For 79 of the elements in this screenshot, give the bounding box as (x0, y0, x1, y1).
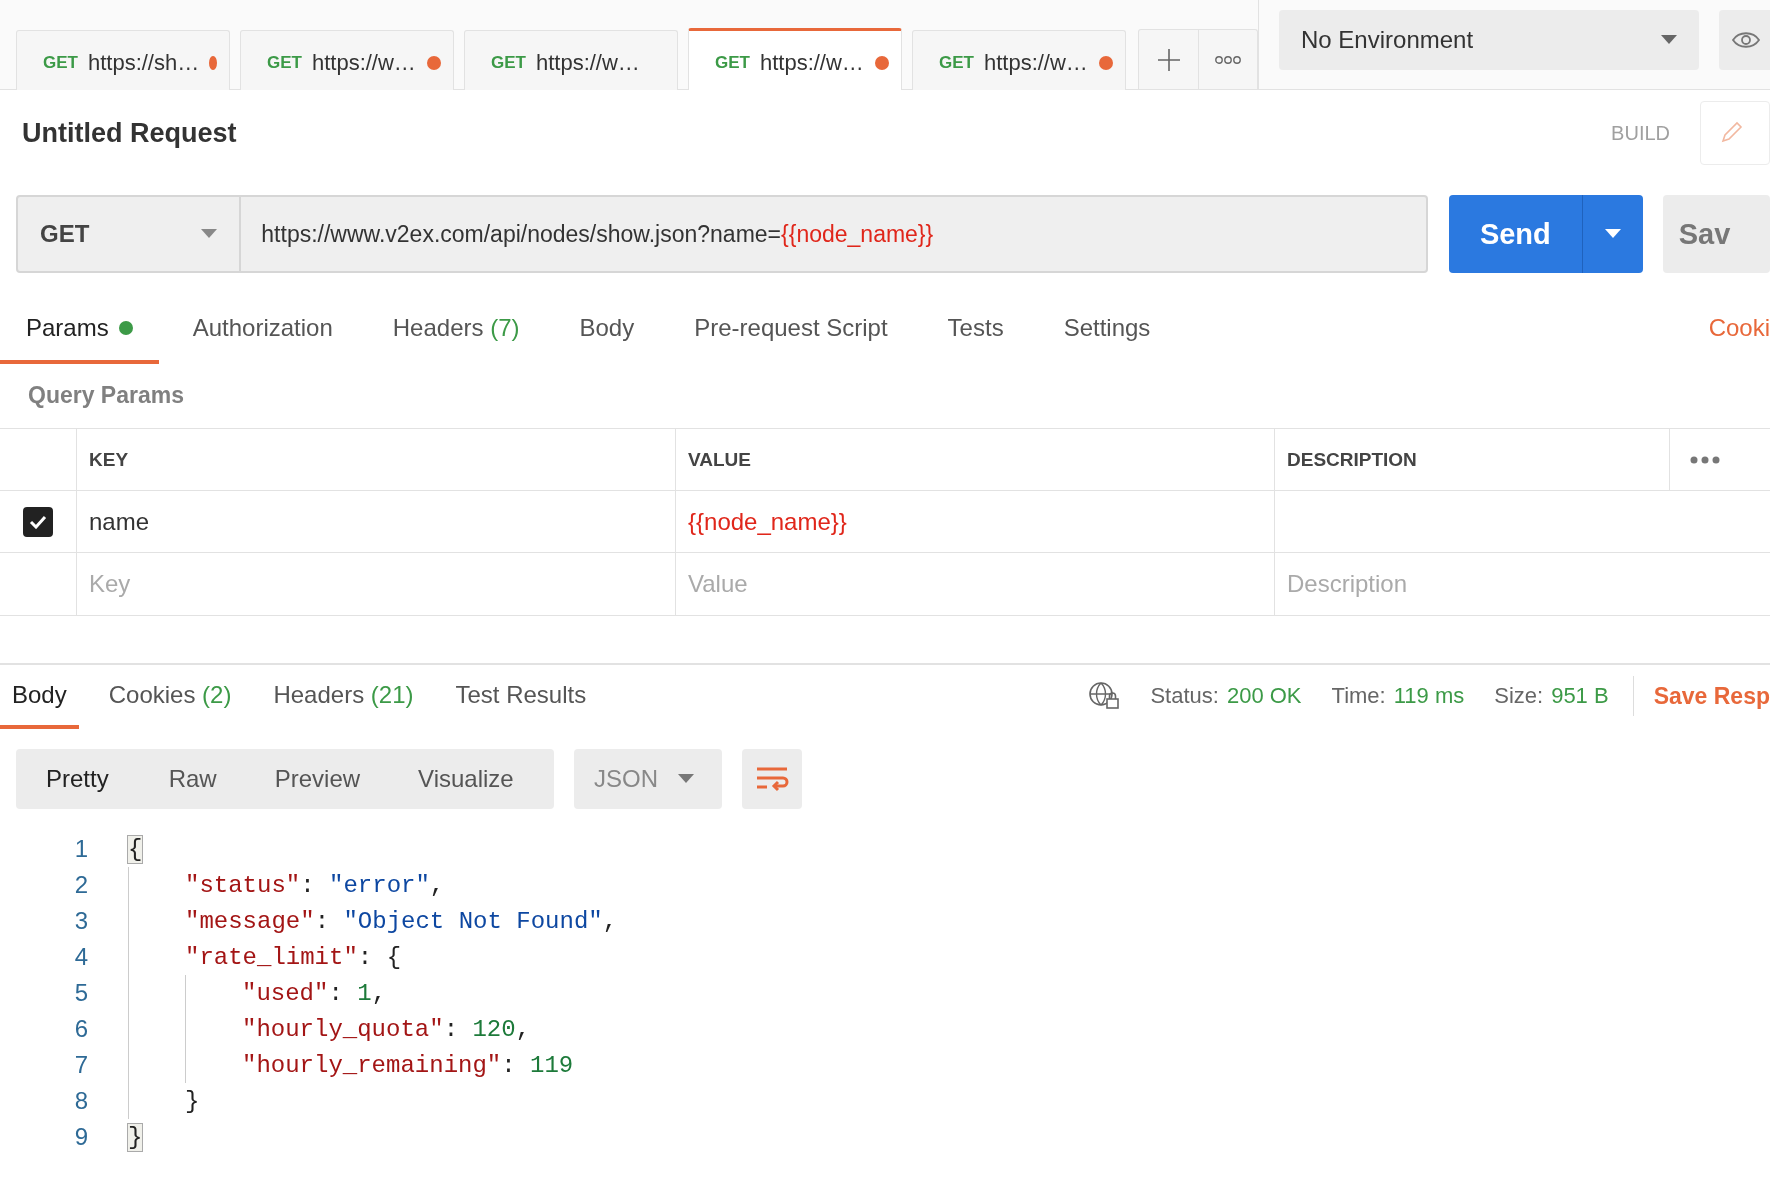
line-number: 9 (73, 1123, 88, 1151)
globe-lock-icon[interactable] (1088, 681, 1121, 711)
wrap-lines-button[interactable] (742, 749, 802, 809)
table-cell: {{node_name}} (688, 507, 847, 536)
save-button[interactable]: Sav (1662, 195, 1770, 273)
request-section-tab[interactable]: Params (0, 296, 159, 364)
method-dropdown[interactable]: GET (16, 195, 242, 273)
code-line: } (185, 1087, 200, 1115)
view-option[interactable]: Raw (168, 765, 247, 793)
method-label: GET (715, 52, 750, 73)
method-label: GET (491, 52, 526, 73)
tab-url: https://w… (311, 49, 417, 76)
column-header: VALUE (688, 448, 751, 471)
stat-value: 119 ms (1393, 683, 1465, 709)
caret-icon (1604, 229, 1621, 239)
stat-label: Size: (1494, 683, 1544, 709)
line-number: 4 (73, 943, 88, 971)
request-section-tab[interactable]: Tests (921, 296, 1030, 364)
request-section-tab[interactable]: Body (553, 296, 661, 364)
stat-value: 951 B (1551, 683, 1609, 709)
response-tab[interactable]: Headers (21) (261, 665, 426, 729)
tab-url: https://w… (759, 49, 865, 76)
eye-icon (1731, 30, 1761, 50)
response-tab[interactable]: Test Results (443, 665, 599, 729)
request-section-tab[interactable]: Settings (1037, 296, 1177, 364)
stat-label: Status: (1150, 683, 1219, 709)
request-tab[interactable]: GET https://w… (240, 30, 454, 90)
section-title: Query Params (27, 381, 185, 410)
environment-dropdown[interactable]: No Environment (1279, 10, 1699, 70)
code-line: "status": "error", (185, 871, 445, 899)
line-number: 8 (73, 1087, 88, 1115)
line-number: 1 (73, 835, 88, 863)
pencil-icon (1719, 121, 1743, 145)
caret-icon (1661, 35, 1677, 45)
code-line: "message": "Object Not Found", (185, 907, 618, 935)
line-number: 7 (73, 1051, 88, 1079)
response-tab[interactable]: Body (0, 665, 79, 729)
wrap-lines-icon (755, 766, 789, 792)
request-section-tab[interactable]: Pre-request Script (668, 296, 914, 364)
url-field[interactable]: https://www.v2ex.com/api/nodes/show.json?name={{node_name}} (241, 195, 1428, 273)
caret-icon (201, 229, 218, 239)
caret-icon (678, 774, 694, 784)
more-icon (1215, 54, 1241, 65)
request-section-tab[interactable]: Headers (7) (366, 296, 546, 364)
plus-icon (1156, 47, 1181, 72)
request-tab[interactable]: GET https://w… (464, 30, 678, 90)
code-line: "hourly_remaining": 119 (242, 1051, 574, 1079)
request-tab[interactable]: GET https://w… (912, 30, 1126, 90)
stat-value: 200 OK (1226, 683, 1302, 709)
view-option[interactable]: Pretty (46, 765, 139, 793)
stat-label: Time: (1331, 683, 1386, 709)
method-label: GET (43, 52, 78, 73)
tab-url: https://w… (535, 49, 641, 76)
line-number: 3 (73, 907, 88, 935)
send-button[interactable]: Send (1448, 195, 1643, 273)
code-line: "used": 1, (242, 979, 387, 1007)
line-number: 5 (73, 979, 88, 1007)
view-option[interactable]: Visualize (418, 765, 544, 793)
method-label: GET (939, 52, 974, 73)
method-label: GET (267, 52, 302, 73)
line-number: 2 (73, 871, 88, 899)
environment-quick-look-button[interactable] (1719, 10, 1770, 70)
request-tab[interactable]: GET https://sh… (16, 30, 230, 90)
tab-url: https://sh… (87, 49, 200, 76)
more-icon[interactable] (1690, 455, 1720, 464)
checkmark-icon (29, 514, 47, 529)
column-header: DESCRIPTION (1287, 448, 1417, 471)
table-cell: name (89, 507, 150, 536)
column-header: KEY (89, 448, 129, 471)
checkbox[interactable] (23, 506, 53, 537)
tab-url: https://w… (983, 49, 1089, 76)
request-tab[interactable]: GET https://w… (688, 28, 902, 90)
code-line: "rate_limit": { (185, 943, 402, 971)
line-number: 6 (73, 1015, 88, 1043)
request-title: Untitled Request (22, 117, 238, 149)
request-section-tab[interactable]: Authorization (166, 296, 359, 364)
view-option[interactable]: Preview (274, 765, 391, 793)
code-line: "hourly_quota": 120, (242, 1015, 531, 1043)
response-tab[interactable]: Cookies (2) (96, 665, 244, 729)
